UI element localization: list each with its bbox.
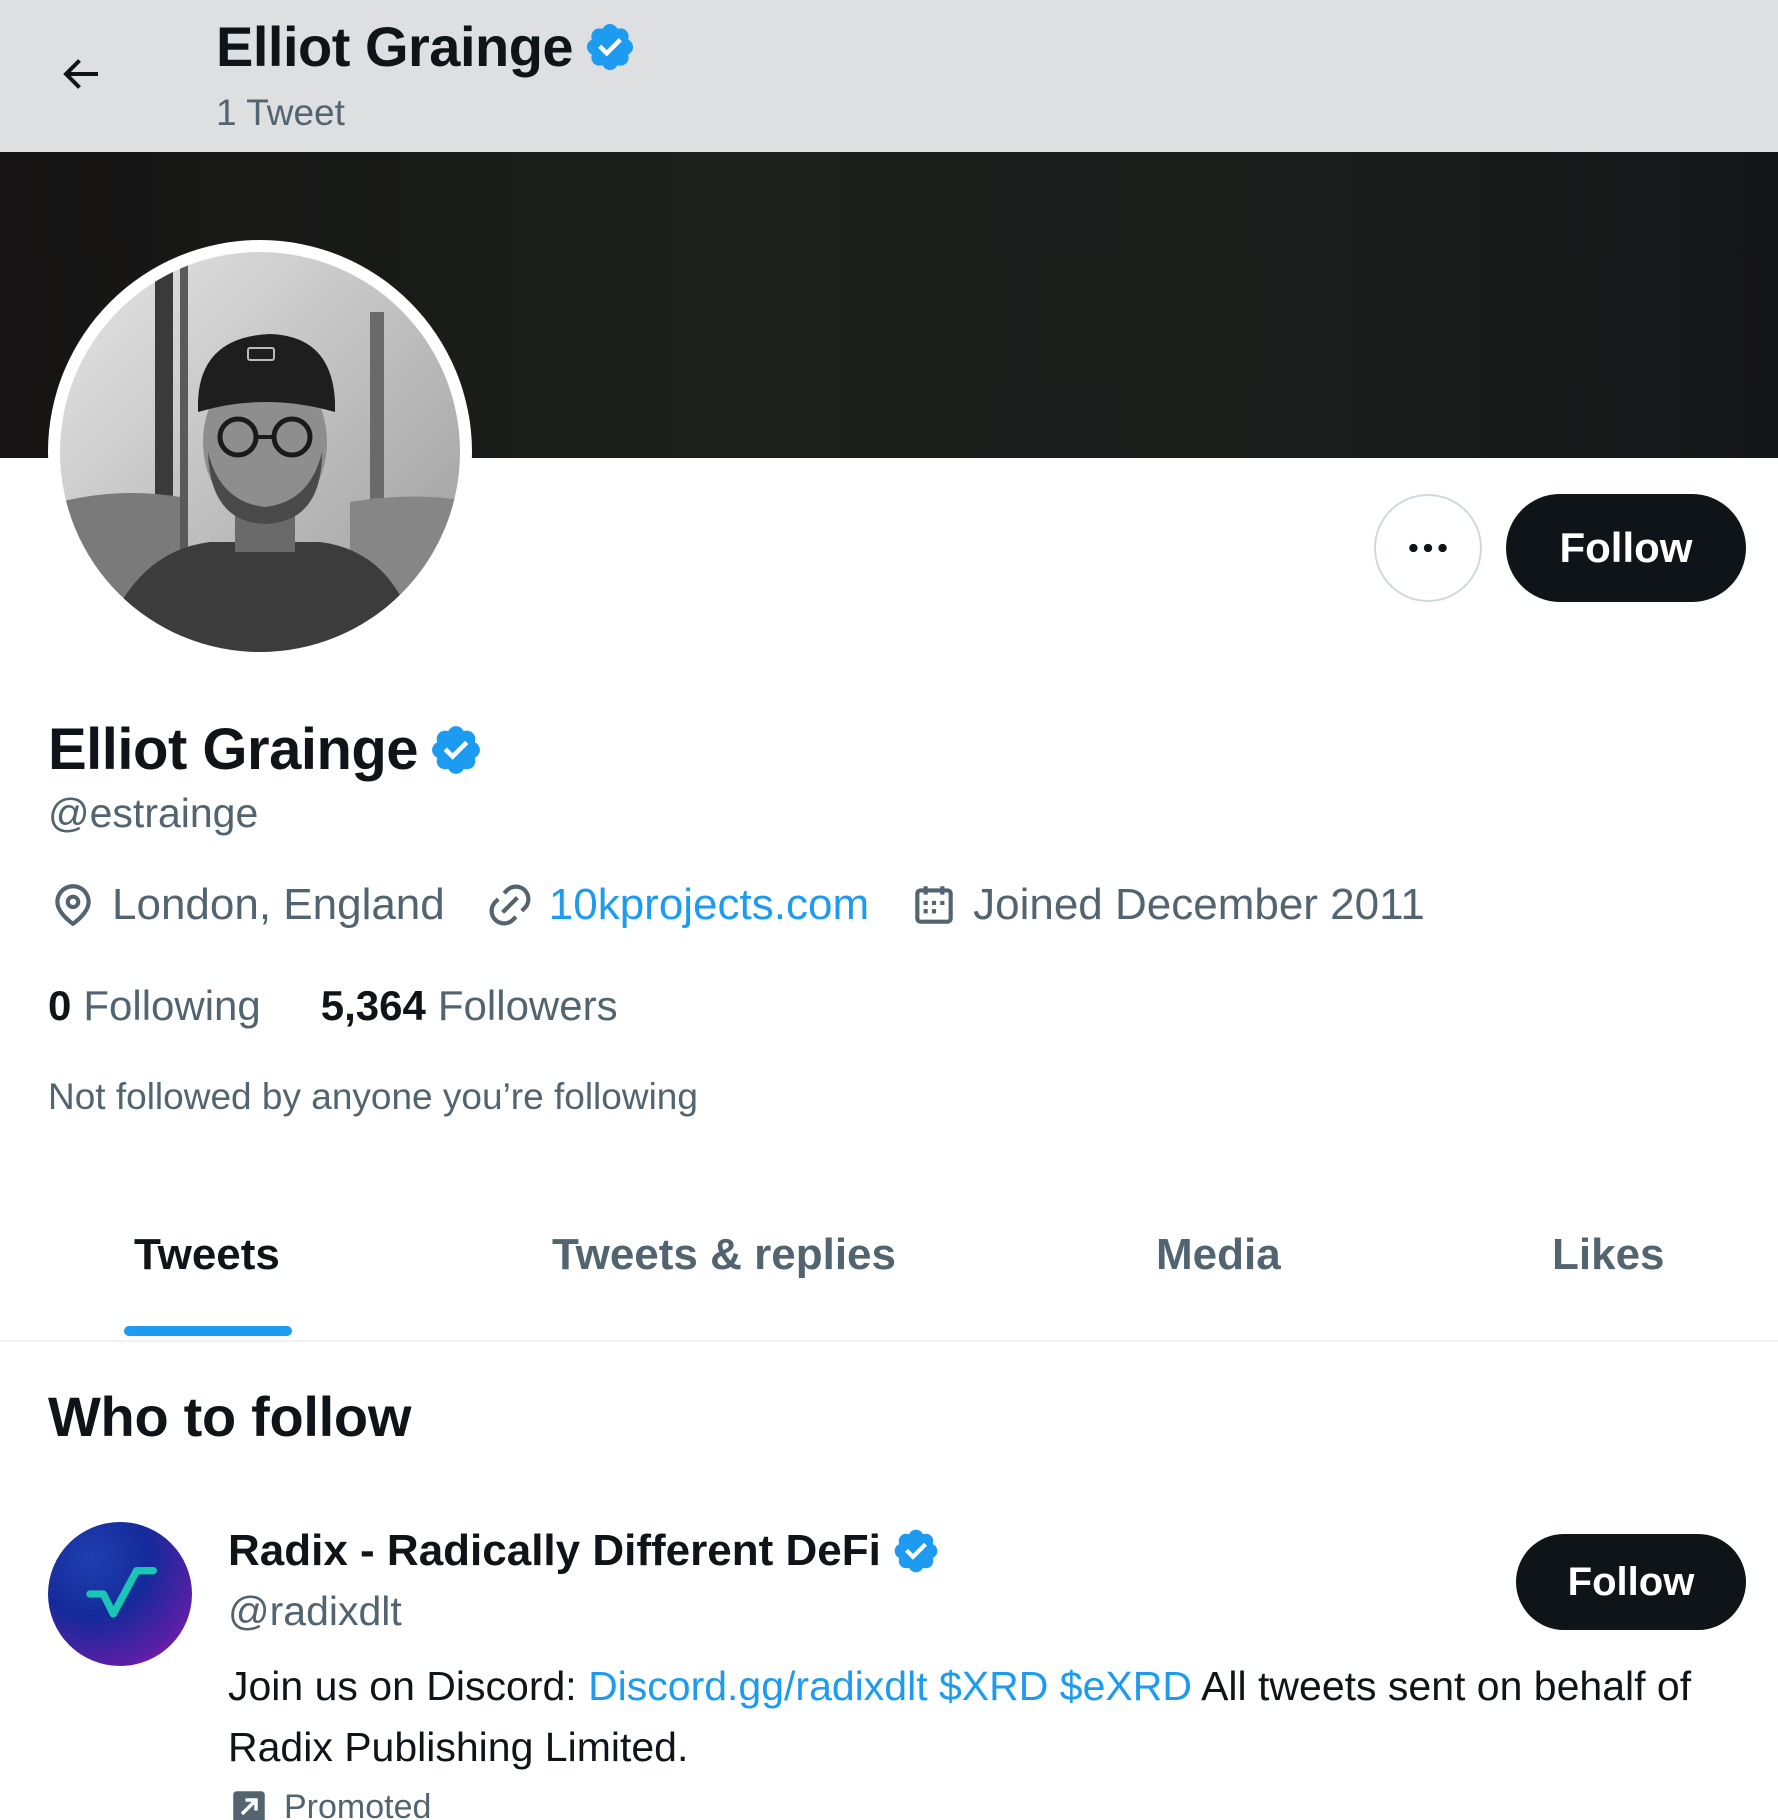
bio-cashtag-exrd[interactable]: $eXRD: [1060, 1663, 1192, 1709]
radix-logo-icon: [86, 1567, 157, 1618]
joined-item: Joined December 2011: [909, 880, 1425, 930]
profile-avatar[interactable]: [48, 240, 472, 664]
promoted-label: Promoted: [284, 1787, 432, 1820]
calendar-icon: [915, 886, 953, 924]
follow-counts: 0 Following 5,364 Followers: [48, 982, 678, 1030]
more-horizontal-icon: [1409, 543, 1447, 553]
tweet-count: 1 Tweet: [216, 92, 345, 133]
suggestion-handle: @radixdlt: [228, 1588, 402, 1634]
arrow-left-icon: [63, 59, 98, 89]
suggestion-name-row[interactable]: Radix - Radically Different DeFi: [228, 1526, 941, 1576]
website-item[interactable]: 10kprojects.com: [485, 880, 869, 930]
followers-count: 5,364: [320, 982, 426, 1029]
location-item: London, England: [48, 880, 445, 930]
following-label: Following: [83, 982, 261, 1029]
who-to-follow-title: Who to follow: [48, 1385, 412, 1448]
tab-tweets-replies[interactable]: Tweets & replies: [552, 1230, 896, 1280]
profile-handle: @estrainge: [48, 790, 259, 836]
location-text: London, England: [112, 880, 445, 929]
location-pin-icon: [55, 884, 91, 927]
verified-badge-icon: [432, 725, 480, 774]
tab-media[interactable]: Media: [1156, 1230, 1281, 1280]
bio-cashtag-xrd[interactable]: $XRD: [939, 1663, 1048, 1709]
avatar-photo: [60, 252, 460, 652]
profile-tabs: Tweets Tweets & replies Media Likes: [0, 1196, 1778, 1342]
bio-text-prefix: Join us on Discord:: [228, 1663, 589, 1709]
verified-badge-icon: [587, 23, 634, 70]
tab-likes[interactable]: Likes: [1552, 1230, 1665, 1280]
promoted-label-row: Promoted: [228, 1786, 431, 1820]
verified-badge-icon: [894, 1529, 938, 1573]
suggestion-avatar[interactable]: [48, 1522, 192, 1666]
following-count-link[interactable]: 0 Following: [48, 982, 261, 1030]
suggestion-bio: Join us on Discord: Discord.gg/radixdlt …: [228, 1656, 1708, 1778]
suggestion-follow-button[interactable]: Follow: [1516, 1534, 1746, 1630]
tab-tweets[interactable]: Tweets: [134, 1230, 280, 1280]
bio-discord-link[interactable]: Discord.gg/radixdlt: [588, 1663, 928, 1709]
more-options-button[interactable]: [1374, 494, 1482, 602]
top-bar: Elliot Grainge 1 Tweet: [0, 0, 1778, 152]
joined-text: Joined December 2011: [973, 880, 1425, 929]
active-tab-indicator: [124, 1326, 292, 1336]
header-name: Elliot Grainge: [216, 15, 574, 78]
followers-count-link[interactable]: 5,364 Followers: [321, 982, 618, 1030]
suggestion-name[interactable]: Radix - Radically Different DeFi: [228, 1526, 881, 1576]
website-link[interactable]: 10kprojects.com: [549, 880, 869, 930]
follow-button[interactable]: Follow: [1506, 494, 1746, 602]
promoted-arrow-icon: [233, 1791, 265, 1820]
profile-name-row: Elliot Grainge: [48, 716, 484, 783]
followers-label: Followers: [437, 982, 618, 1029]
header-title: Elliot Grainge: [216, 14, 637, 79]
back-button[interactable]: [44, 38, 116, 110]
link-icon: [489, 884, 531, 926]
not-followed-text: Not followed by anyone you’re following: [48, 1076, 698, 1117]
profile-meta: London, England 10kprojects.com Joined D…: [48, 880, 1465, 930]
following-count: 0: [48, 982, 72, 1029]
profile-name: Elliot Grainge: [48, 717, 419, 782]
